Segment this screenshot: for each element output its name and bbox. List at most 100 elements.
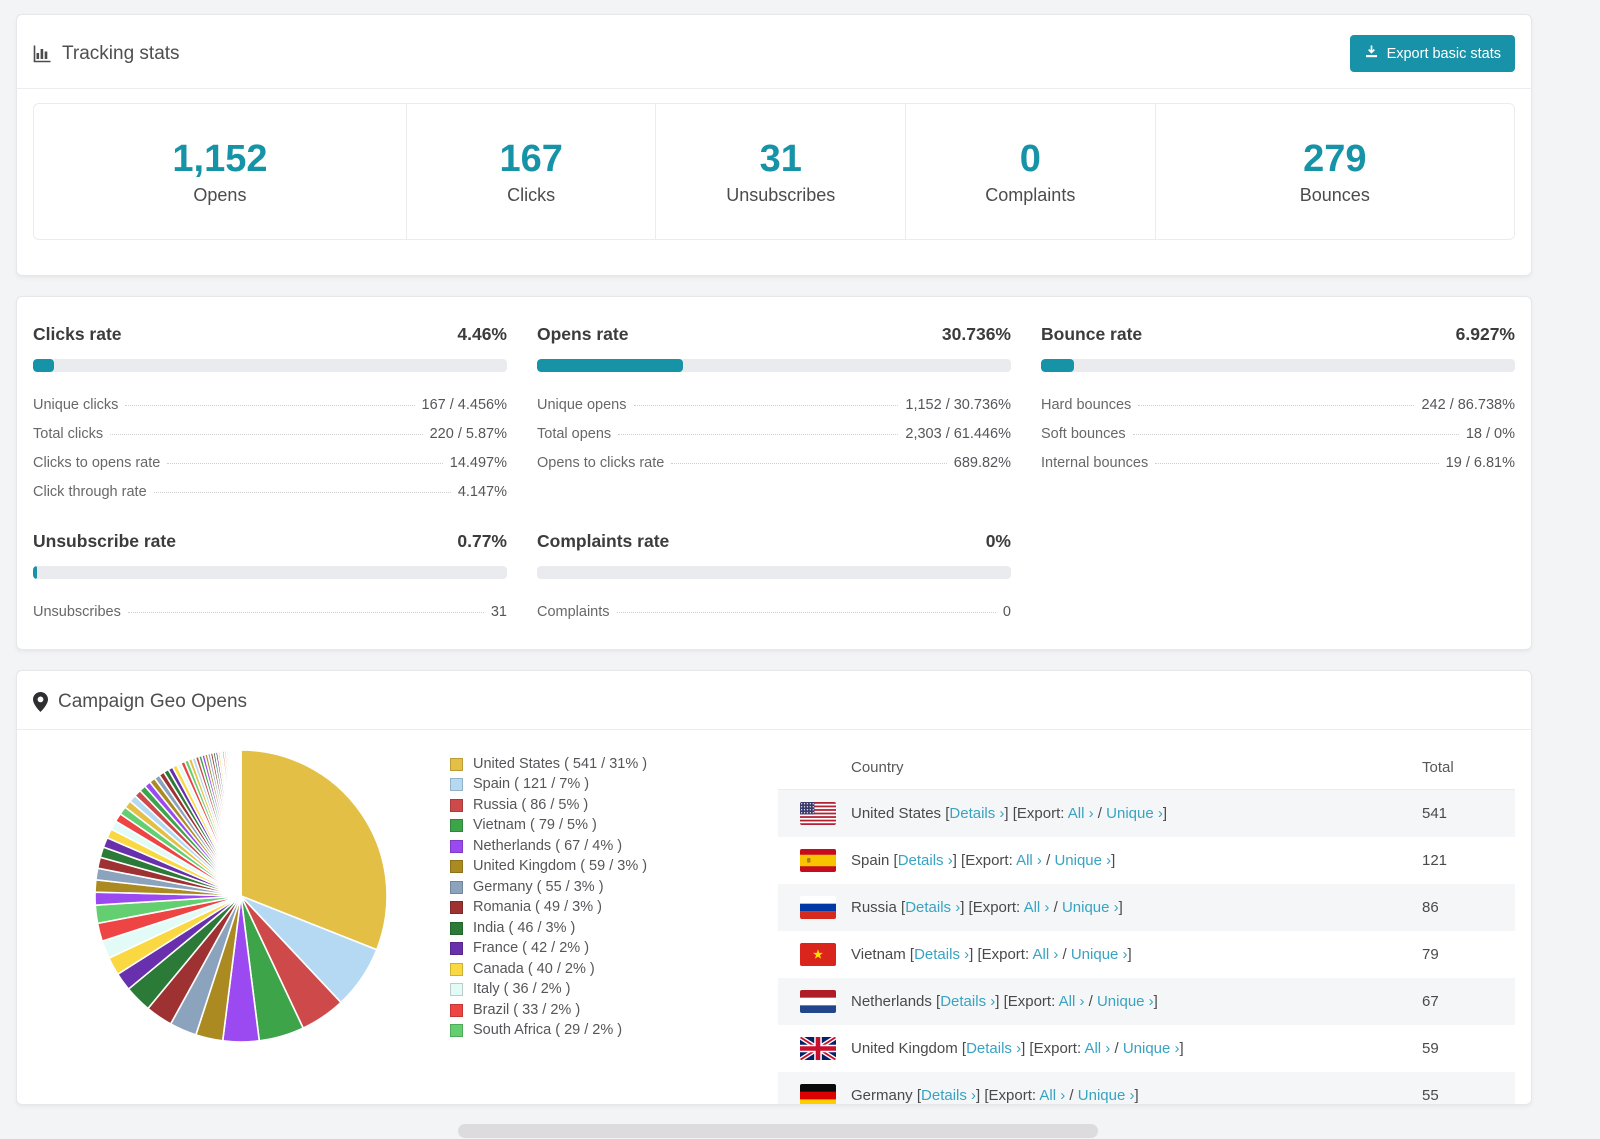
export-unique-link[interactable]: Unique › — [1106, 805, 1163, 822]
rate-percent: 4.46% — [457, 324, 507, 344]
country-column-header: Country — [851, 759, 904, 776]
rate-detail-value: 220 / 5.87% — [429, 425, 507, 442]
country-cell: Russia [Details ›] [Export: All › / Uniq… — [851, 899, 1123, 916]
legend-swatch — [450, 839, 463, 853]
geo-body: United States ( 541 / 31% ) Spain ( 121 /… — [17, 730, 1531, 1104]
rate-detail-value: 2,303 / 61.446% — [905, 425, 1011, 442]
details-link[interactable]: Details › — [966, 1040, 1021, 1057]
country-cell: Netherlands [Details ›] [Export: All › /… — [851, 993, 1158, 1010]
total-cell: 55 — [1422, 1087, 1439, 1104]
dotted-leader — [167, 462, 443, 464]
dotted-leader — [633, 404, 899, 406]
export-all-link[interactable]: All › — [1068, 805, 1094, 822]
legend-item: Spain ( 121 / 7% ) — [450, 775, 690, 796]
country-cell: United Kingdom [Details ›] [Export: All … — [851, 1040, 1184, 1057]
rate-detail-row: Internal bounces 19 / 6.81% — [1041, 448, 1515, 477]
legend-label: France ( 42 / 2% ) — [473, 940, 590, 956]
flag-gb-icon — [800, 1037, 836, 1060]
legend-item: Romania ( 49 / 3% ) — [450, 898, 690, 919]
export-all-link[interactable]: All › — [1084, 1040, 1110, 1057]
rate-header: Complaints rate 0% — [537, 531, 1011, 552]
export-unique-link[interactable]: Unique › — [1097, 993, 1154, 1010]
page-title: Tracking stats — [62, 42, 180, 64]
export-unique-link[interactable]: Unique › — [1054, 852, 1111, 869]
rate-title: Opens rate — [537, 324, 629, 344]
legend-swatch — [450, 983, 463, 997]
flag-nl-icon — [800, 990, 836, 1013]
total-cell: 59 — [1422, 1040, 1439, 1057]
legend-swatch — [450, 921, 463, 935]
total-cell: 121 — [1422, 852, 1448, 869]
rate-percent: 30.736% — [941, 324, 1011, 344]
rate-percent: 0% — [985, 531, 1011, 551]
dotted-leader — [618, 433, 899, 435]
rate-detail-row: Unsubscribes 31 — [33, 597, 507, 626]
export-all-link[interactable]: All › — [1016, 852, 1042, 869]
progress-bar-fill — [1041, 359, 1074, 372]
legend-swatch — [450, 757, 463, 771]
progress-bar-fill — [33, 359, 55, 372]
rates-grid: Clicks rate 4.46% Unique clicks 167 / 4.456… — [17, 297, 1531, 626]
export-all-link[interactable]: All › — [1059, 993, 1085, 1010]
dotted-leader — [153, 491, 451, 493]
export-all-link[interactable]: All › — [1039, 1087, 1065, 1104]
export-all-link[interactable]: All › — [1032, 946, 1058, 963]
legend-swatch — [450, 901, 463, 915]
export-unique-link[interactable]: Unique › — [1123, 1040, 1180, 1057]
rate-header: Opens rate 30.736% — [537, 324, 1011, 345]
progress-bar-fill — [33, 566, 37, 579]
dotted-leader — [110, 433, 423, 435]
rate-detail-value: 31 — [490, 603, 507, 620]
progress-bar — [537, 566, 1011, 579]
export-basic-stats-button[interactable]: Export basic stats — [1349, 35, 1515, 72]
details-link[interactable]: Details › — [921, 1087, 976, 1104]
total-cell: 86 — [1422, 899, 1439, 916]
country-cell: Germany [Details ›] [Export: All › / Uni… — [851, 1087, 1139, 1104]
table-row: United Kingdom [Details ›] [Export: All … — [778, 1025, 1515, 1072]
legend-item: India ( 46 / 3% ) — [450, 918, 690, 939]
stat-label: Opens — [193, 184, 247, 205]
table-body: United States [Details ›] [Export: All ›… — [778, 790, 1515, 1104]
rate-title: Bounce rate — [1041, 324, 1143, 344]
rate-detail-value: 18 / 0% — [1465, 425, 1515, 442]
export-unique-link[interactable]: Unique › — [1078, 1087, 1135, 1104]
flag-vn-icon — [800, 943, 836, 966]
total-cell: 79 — [1422, 946, 1439, 963]
tracking-stats-title: Tracking stats — [33, 43, 180, 65]
scrollbar-thumb[interactable] — [458, 1124, 1098, 1138]
flag-ru-icon — [800, 896, 836, 919]
rate-detail-row: Click through rate 4.147% — [33, 477, 507, 506]
export-unique-link[interactable]: Unique › — [1062, 899, 1119, 916]
rate-detail-label: Unsubscribes — [33, 603, 121, 620]
legend-item: Netherlands ( 67 / 4% ) — [450, 836, 690, 857]
details-link[interactable]: Details › — [940, 993, 995, 1010]
legend-label: Canada ( 40 / 2% ) — [473, 960, 595, 977]
details-link[interactable]: Details › — [949, 805, 1004, 822]
rate-opens-rate: Opens rate 30.736% Unique opens 1,152 / 30.… — [537, 324, 1011, 506]
total-column-header: Total — [1422, 759, 1454, 776]
details-link[interactable]: Details › — [905, 899, 960, 916]
details-link[interactable]: Details › — [914, 946, 969, 963]
rate-header: Clicks rate 4.46% — [33, 324, 507, 345]
flag-de-icon — [800, 1084, 836, 1104]
country-cell: Vietnam [Details ›] [Export: All › / Uni… — [851, 946, 1132, 963]
geo-legend: United States ( 541 / 31% ) Spain ( 121 /… — [450, 754, 690, 1104]
flag-us-icon — [800, 802, 836, 825]
export-all-link[interactable]: All › — [1024, 899, 1050, 916]
legend-label: India ( 46 / 3% ) — [473, 919, 576, 936]
rate-detail-row: Soft bounces 18 / 0% — [1041, 419, 1515, 448]
tracking-stats-card: Tracking stats Export basic stats 1,152 O… — [16, 14, 1532, 276]
legend-swatch — [450, 942, 463, 956]
export-unique-link[interactable]: Unique › — [1071, 946, 1128, 963]
stat-bounces: 279 Bounces — [1154, 104, 1514, 239]
rate-detail-row: Hard bounces 242 / 86.738% — [1041, 390, 1515, 419]
details-link[interactable]: Details › — [898, 852, 953, 869]
dotted-leader — [671, 462, 947, 464]
dotted-leader — [127, 611, 484, 613]
total-cell: 67 — [1422, 993, 1439, 1010]
legend-label: Vietnam ( 79 / 5% ) — [473, 817, 597, 833]
table-row: United States [Details ›] [Export: All ›… — [778, 790, 1515, 837]
dotted-leader — [125, 404, 415, 406]
legend-swatch — [450, 819, 463, 833]
bar-chart-icon — [33, 44, 52, 63]
